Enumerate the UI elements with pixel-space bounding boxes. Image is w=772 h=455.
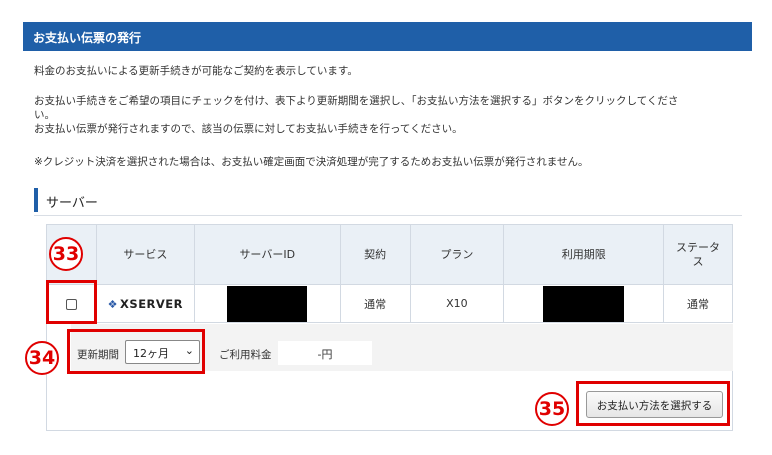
intro-text-1: 料金のお支払いによる更新手続きが可能なご契約を表示しています。 <box>34 65 358 77</box>
intro-text-2-line1: お支払い手続きをご希望の項目にチェックを付け、表下より更新期間を選択し、「お支払… <box>34 95 679 107</box>
period-redacted <box>543 285 625 322</box>
annotation-number-33: 33 <box>49 237 83 271</box>
row-status: 通常 <box>663 284 733 323</box>
section-title-text: サーバー <box>46 196 98 211</box>
section-title: サーバー <box>34 188 742 216</box>
xserver-diamond-icon: ❖ <box>107 297 119 311</box>
header-status-line2: ス <box>692 254 704 268</box>
intro-text-2: お支払い手続きをご希望の項目にチェックを付け、表下より更新期間を選択し、「お支払… <box>34 94 749 136</box>
annotation-box-33 <box>46 280 97 324</box>
annotation-number-35: 35 <box>535 392 569 426</box>
annotation-number-34: 34 <box>25 341 59 375</box>
server-id-redacted <box>227 285 308 322</box>
section-accent-bar <box>34 188 38 212</box>
row-server-id <box>193 284 341 323</box>
server-table: サービス サーバーID 契約 プラン 利用期限 ステータ ス ❖XSERVER <box>46 224 733 323</box>
header-status: ステータ ス <box>663 224 733 285</box>
xserver-logo: ❖ XSERVER <box>108 297 183 311</box>
row-service: ❖ XSERVER <box>95 284 195 323</box>
credit-note: ※クレジット決済を選択された場合は、お支払い確定画面で決済処理が完了するためお支… <box>34 156 589 168</box>
annotation-box-34 <box>67 329 205 374</box>
header-period: 利用期限 <box>503 224 665 285</box>
row-contract: 通常 <box>339 284 411 323</box>
table-header-row: サービス サーバーID 契約 プラン 利用期限 ステータ ス <box>46 224 733 285</box>
annotation-box-35 <box>576 381 730 426</box>
row-period <box>503 284 665 323</box>
header-service: サービス <box>95 224 195 285</box>
header-status-line1: ステータ <box>676 240 721 254</box>
header-server-id: サーバーID <box>193 224 341 285</box>
intro-text-2-line2: い。 <box>34 109 55 121</box>
page-header: お支払い伝票の発行 <box>23 22 752 51</box>
intro-text-2-line3: お支払い伝票が発行されますので、該当の伝票に対してお支払い手続きを行ってください… <box>34 123 463 135</box>
header-plan: プラン <box>409 224 505 285</box>
header-contract: 契約 <box>339 224 411 285</box>
xserver-logo-text: XSERVER <box>120 296 184 311</box>
table-row: ❖ XSERVER 通常 X10 通常 <box>46 284 733 323</box>
row-plan: X10 <box>409 284 505 323</box>
fee-value: -円 <box>278 341 372 365</box>
fee-label: ご利用料金 <box>219 349 272 361</box>
